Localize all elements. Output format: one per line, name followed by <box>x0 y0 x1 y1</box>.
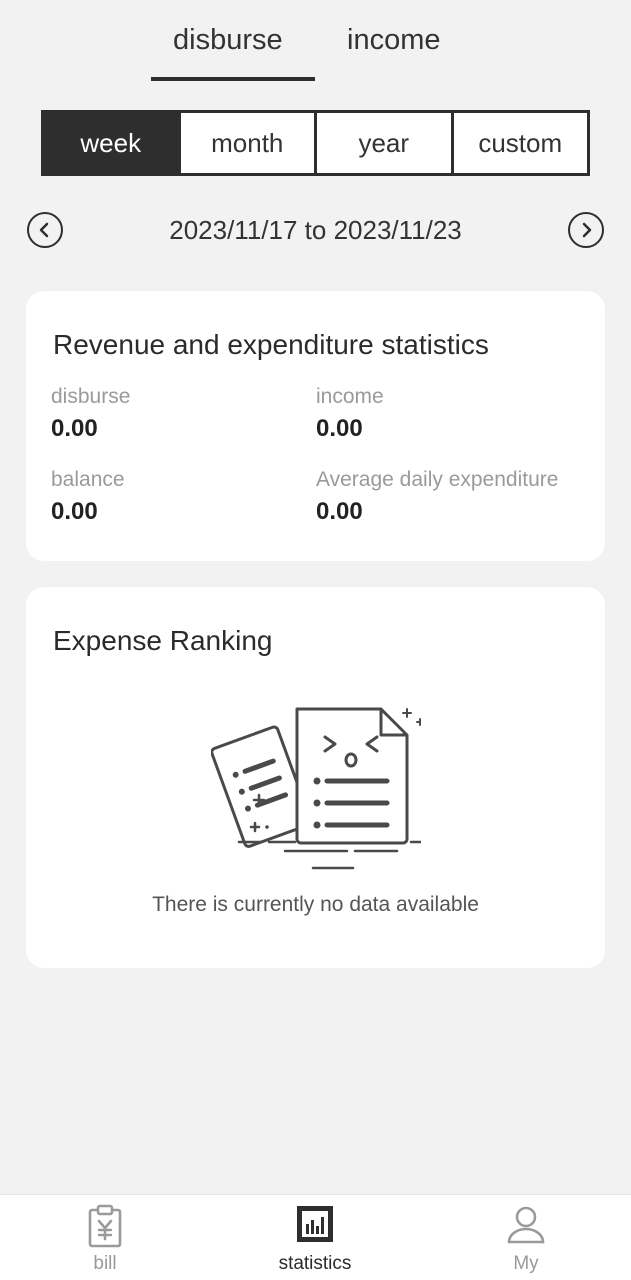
stat-label: balance <box>51 468 125 491</box>
stat-balance: balance 0.00 <box>51 468 125 526</box>
empty-documents-icon <box>211 707 421 870</box>
nav-statistics-label: statistics <box>278 1253 352 1274</box>
stat-value: 0.00 <box>51 415 98 442</box>
period-year[interactable]: year <box>317 113 454 173</box>
period-month[interactable]: month <box>181 113 317 173</box>
stat-value: 0.00 <box>316 498 363 525</box>
nav-my-label: My <box>513 1253 539 1274</box>
date-range-text: 2023/11/17 to 2023/11/23 <box>169 215 462 245</box>
type-tabs: disburse income <box>0 0 631 90</box>
tab-income[interactable]: income <box>347 24 441 57</box>
stat-label: income <box>316 385 384 408</box>
bottom-navigation: bill statistics My <box>0 1194 631 1280</box>
stat-income: income 0.00 <box>316 385 384 443</box>
stat-label: disburse <box>51 385 131 408</box>
empty-state-text: There is currently no data available <box>152 893 479 916</box>
clipboard-yen-icon <box>88 1204 122 1248</box>
next-period-button[interactable] <box>568 212 604 248</box>
nav-bill[interactable]: bill <box>35 1195 175 1280</box>
date-navigator: 2023/11/17 to 2023/11/23 <box>0 208 631 252</box>
chevron-right-icon <box>582 222 592 238</box>
period-custom[interactable]: custom <box>454 113 588 173</box>
statistics-page: disburse income week month year custom 2… <box>0 0 631 1280</box>
active-tab-indicator <box>151 77 315 81</box>
stat-value: 0.00 <box>51 498 98 525</box>
bar-chart-icon <box>297 1206 333 1242</box>
stats-card: Revenue and expenditure statistics disbu… <box>26 291 605 561</box>
period-week[interactable]: week <box>44 113 181 173</box>
ranking-card-title: Expense Ranking <box>53 625 273 656</box>
user-icon <box>507 1206 545 1244</box>
nav-my[interactable]: My <box>456 1195 596 1280</box>
stat-disburse: disburse 0.00 <box>51 385 130 443</box>
nav-bill-label: bill <box>93 1253 117 1274</box>
stats-card-title: Revenue and expenditure statistics <box>53 329 489 360</box>
expense-ranking-card: Expense Ranking There is currently no da… <box>26 587 605 968</box>
period-selector: week month year custom <box>41 110 590 176</box>
nav-statistics[interactable]: statistics <box>245 1195 385 1280</box>
stat-value: 0.00 <box>316 415 363 442</box>
stat-label: Average daily expenditure <box>316 468 559 491</box>
stat-average-daily-expenditure: Average daily expenditure 0.00 <box>316 468 558 526</box>
tab-disburse[interactable]: disburse <box>173 24 283 57</box>
